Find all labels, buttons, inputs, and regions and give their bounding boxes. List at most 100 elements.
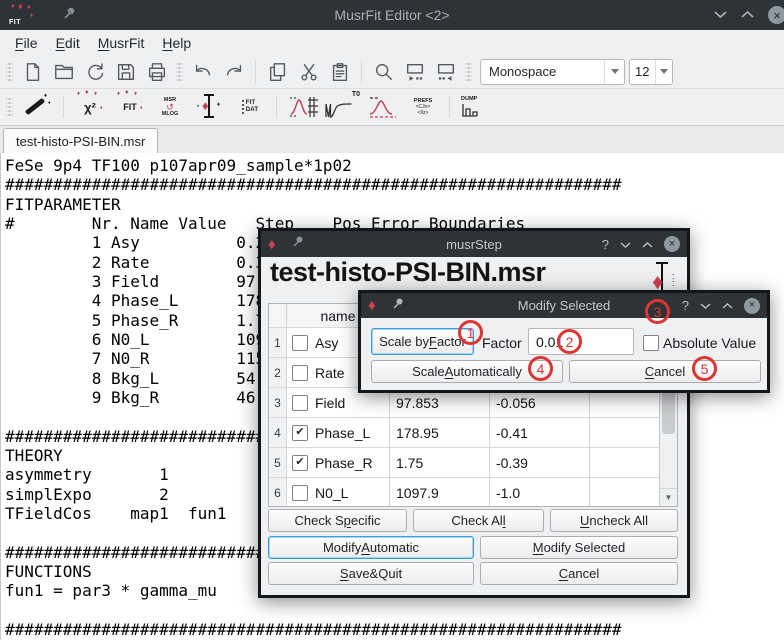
musrview-icon[interactable]: ♦ ♦ ♦ [191, 91, 229, 123]
toolbar-handle[interactable] [465, 61, 472, 83]
musrt0-icon[interactable]: T0 [324, 91, 362, 123]
factor-label: Factor [482, 335, 522, 351]
row-checkbox[interactable] [292, 485, 308, 501]
musrwiz-icon[interactable]: ♦ ♦ ♦ [18, 91, 56, 123]
param-step: -0.39 [490, 448, 590, 478]
param-step: -0.41 [490, 418, 590, 448]
undo-icon[interactable] [187, 58, 218, 85]
maximize-button[interactable] [741, 6, 754, 24]
modify-selected-button[interactable]: Modify Selected [480, 536, 678, 559]
save-quit-button[interactable]: Save&Quit [268, 562, 474, 585]
cancel-button[interactable]: Cancel [480, 562, 678, 585]
row-checkbox[interactable] [292, 395, 308, 411]
row-checkbox[interactable]: ✔ [292, 425, 308, 441]
minimize-button[interactable] [620, 237, 631, 252]
find-next-icon[interactable] [399, 58, 430, 85]
window-title: MusrFit Editor <2> [0, 7, 784, 23]
maximize-button[interactable] [722, 298, 733, 313]
param-name: Rate [315, 365, 345, 381]
print-icon[interactable] [141, 58, 172, 85]
pin-icon[interactable] [291, 235, 304, 253]
msr2data-icon[interactable]: FIT DAT [231, 91, 269, 123]
dialog-icon: ♦ [368, 298, 376, 313]
absolute-value-label: Absolute Value [663, 335, 756, 351]
param-name: N0_L [315, 485, 348, 501]
musrstep-titlebar[interactable]: ♦ musrStep ? × [261, 231, 687, 257]
check-all-button[interactable]: Check All [413, 509, 544, 532]
tab-msr-file[interactable]: test-histo-PSI-BIN.msr [3, 128, 158, 154]
font-family-select[interactable]: Monospace [480, 59, 625, 85]
musrprefs-icon[interactable]: PREFS <CJo> <IIz> [404, 91, 442, 123]
minimize-button[interactable] [714, 6, 727, 24]
pin-icon[interactable] [391, 297, 404, 315]
close-button[interactable]: × [664, 236, 680, 252]
annotation-circle-4: 4 [528, 356, 553, 381]
toolbar-handle[interactable] [6, 96, 13, 118]
musrfit-app-icon: ♦♦ ♦♦ FIT [8, 3, 40, 27]
maximize-button[interactable] [642, 237, 653, 252]
save-icon[interactable] [110, 58, 141, 85]
row-checkbox[interactable] [292, 365, 308, 381]
param-value: 178.95 [390, 418, 490, 448]
modify-titlebar[interactable]: ♦ Modify Selected ? × [361, 293, 767, 318]
minimize-button[interactable] [700, 298, 711, 313]
table-row[interactable]: 4 ✔Phase_L 178.95 -0.41 [269, 418, 677, 448]
close-button[interactable]: × [768, 6, 784, 24]
paste-icon[interactable] [324, 58, 355, 85]
close-button[interactable]: × [744, 298, 760, 314]
modify-automatic-button[interactable]: Modify Automatic [268, 536, 474, 559]
dialog-title: musrStep [331, 237, 617, 252]
dialog-heading: test-histo-PSI-BIN.msr [270, 257, 546, 288]
dump-header-icon[interactable]: DUMP [457, 91, 495, 123]
scrollbar-down-button[interactable]: ▼ [660, 488, 677, 506]
toolbar-handle[interactable] [6, 61, 13, 83]
redo-icon[interactable] [218, 58, 249, 85]
param-name: Phase_R [315, 455, 373, 471]
find-previous-icon[interactable] [430, 58, 461, 85]
musrfit-toolbar: ♦ ♦ ♦ ♦ ♦ ♦ ♦ χ² ♦ ♦ ♦ ♦ FIT MSR ↺ MLOG … [0, 89, 784, 126]
absolute-value-checkbox[interactable] [643, 335, 659, 351]
calc-chisq-icon[interactable]: ♦ ♦ ♦ ♦ χ² [71, 91, 109, 123]
param-value: 1.75 [390, 448, 490, 478]
reload-icon[interactable] [79, 58, 110, 85]
copy-icon[interactable] [262, 58, 293, 85]
menu-edit[interactable]: Edit [47, 33, 89, 53]
cut-icon[interactable] [293, 58, 324, 85]
menu-help[interactable]: Help [153, 33, 200, 53]
font-size-select[interactable]: 12 [629, 59, 673, 85]
annotation-circle-2: 2 [557, 329, 582, 354]
table-row[interactable]: 6 N0_L 1097.9 -1.0 [269, 478, 677, 507]
tab-bar: test-histo-PSI-BIN.msr [0, 126, 784, 155]
param-name: Field [315, 395, 345, 411]
open-file-icon[interactable] [48, 58, 79, 85]
toolbar-handle[interactable] [176, 61, 183, 83]
fourier-icon[interactable] [364, 91, 402, 123]
param-value: 1097.9 [390, 478, 490, 507]
window-titlebar: ♦♦ ♦♦ FIT MusrFit Editor <2> × [0, 0, 784, 30]
application-window: ♦♦ ♦♦ FIT MusrFit Editor <2> × File Edit… [0, 0, 784, 640]
param-step: -1.0 [490, 478, 590, 507]
msr-mlog-swap-icon[interactable]: MSR ↺ MLOG [151, 91, 189, 123]
new-file-icon[interactable] [17, 58, 48, 85]
main-toolbar: Monospace 12 [0, 55, 784, 89]
uncheck-all-button[interactable]: Uncheck All [550, 509, 678, 532]
param-name: Asy [315, 335, 338, 351]
annotation-circle-1: 1 [458, 320, 483, 345]
chevron-down-icon [655, 60, 672, 84]
param-name: Phase_L [315, 425, 370, 441]
chevron-down-icon [604, 60, 624, 84]
pin-icon[interactable] [62, 6, 76, 25]
musrfit-icon[interactable]: ♦ ♦ ♦ ♦ FIT [111, 91, 149, 123]
row-checkbox[interactable]: ✔ [292, 455, 308, 471]
find-icon[interactable] [368, 58, 399, 85]
menu-file[interactable]: File [6, 33, 47, 53]
table-row[interactable]: 5 ✔Phase_R 1.75 -0.39 [269, 448, 677, 478]
row-checkbox[interactable] [292, 335, 308, 351]
annotation-circle-3: 3 [645, 299, 670, 324]
check-specific-button[interactable]: Check Specific [268, 509, 407, 532]
cancel-button[interactable]: Cancel [569, 360, 761, 383]
plot-icon[interactable] [284, 91, 322, 123]
menu-musrfit[interactable]: MusrFit [89, 33, 154, 53]
musrstep-dialog: ♦ musrStep ? × test-histo-PSI-BIN.msr ♦:… [258, 228, 690, 598]
menu-bar: File Edit MusrFit Help [0, 30, 784, 55]
